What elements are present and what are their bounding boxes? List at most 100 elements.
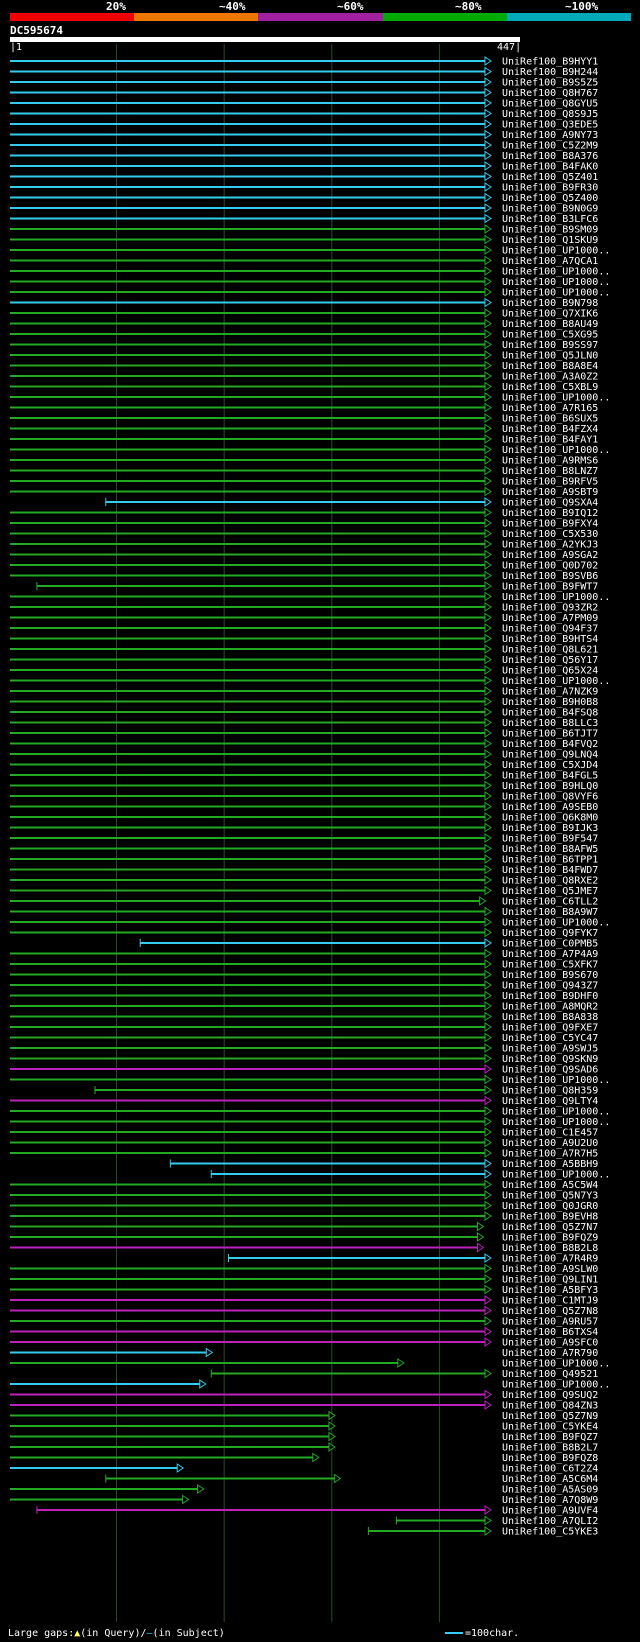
hit-row[interactable]: UniRef100_Q9SUQ2 bbox=[10, 1389, 598, 1401]
hit-label[interactable]: UniRef100_B9IJK3 bbox=[502, 823, 598, 834]
hit-row[interactable]: UniRef100_A5C5W4 bbox=[10, 1179, 598, 1191]
hit-row[interactable]: UniRef100_C5X530 bbox=[10, 528, 598, 540]
hit-row[interactable]: UniRef100_B4FSQ8 bbox=[10, 707, 598, 719]
hit-label[interactable]: UniRef100_Q9SKN9 bbox=[502, 1054, 598, 1065]
hit-row[interactable]: UniRef100_Q0D702 bbox=[10, 560, 598, 572]
hit-row[interactable]: UniRef100_Q9SAD6 bbox=[10, 1064, 598, 1076]
hit-row[interactable]: UniRef100_B4FAK0 bbox=[10, 161, 598, 173]
hit-label[interactable]: UniRef100_A7NZK9 bbox=[502, 687, 598, 698]
hit-row[interactable]: UniRef100_Q9FYK7 bbox=[10, 927, 598, 939]
hit-row[interactable]: UniRef100_A7R4R9 bbox=[227, 1253, 598, 1265]
hit-row[interactable]: UniRef100_B9SM09 bbox=[10, 224, 598, 236]
hit-row[interactable]: UniRef100_B9IQ12 bbox=[10, 507, 598, 519]
hit-label[interactable]: UniRef100_B8A838 bbox=[502, 1012, 598, 1023]
hit-label[interactable]: UniRef100_B9S670 bbox=[502, 970, 598, 981]
hit-label[interactable]: UniRef100_A9SGA2 bbox=[502, 550, 598, 561]
hit-row[interactable]: UniRef100_B9EVH8 bbox=[10, 1211, 598, 1223]
hit-label[interactable]: UniRef100_Q8H767 bbox=[502, 88, 598, 99]
hit-label[interactable]: UniRef100_B4FWD7 bbox=[502, 865, 598, 876]
hit-label[interactable]: UniRef100_Q94F37 bbox=[502, 624, 598, 635]
hit-label[interactable]: UniRef100_A9RMS6 bbox=[502, 456, 598, 467]
hit-label[interactable]: UniRef100_Q5Z400 bbox=[502, 193, 598, 204]
hit-row[interactable]: UniRef100_Q5Z400 bbox=[10, 192, 598, 204]
hit-label[interactable]: UniRef100_UP1000.. bbox=[502, 246, 610, 257]
hit-row[interactable]: UniRef100_B6SUX5 bbox=[10, 413, 598, 425]
hit-row[interactable]: UniRef100_B9FXY4 bbox=[10, 518, 598, 530]
hit-row[interactable]: UniRef100_B9FR30 bbox=[10, 182, 598, 194]
hit-row[interactable]: UniRef100_A8MQR2 bbox=[10, 1001, 598, 1013]
hit-label[interactable]: UniRef100_Q6K8M0 bbox=[502, 813, 598, 824]
hit-row[interactable]: UniRef100_B8B2L8 bbox=[10, 1242, 598, 1254]
hit-label[interactable]: UniRef100_Q9FYK7 bbox=[502, 928, 598, 939]
hit-label[interactable]: UniRef100_Q943Z7 bbox=[502, 981, 598, 992]
hit-label[interactable]: UniRef100_Q5JME7 bbox=[502, 886, 598, 897]
hit-label[interactable]: UniRef100_Q5Z7N7 bbox=[502, 1222, 598, 1233]
hit-row[interactable]: UniRef100_A7R7H5 bbox=[10, 1148, 598, 1160]
hit-label[interactable]: UniRef100_Q5N7Y3 bbox=[502, 1191, 598, 1202]
hit-label[interactable]: UniRef100_Q9FXE7 bbox=[502, 1023, 598, 1034]
hit-row[interactable]: UniRef100_UP1000.. bbox=[10, 276, 610, 288]
hit-label[interactable]: UniRef100_C1E457 bbox=[502, 1128, 598, 1139]
hit-label[interactable]: UniRef100_A7QCA1 bbox=[502, 256, 598, 267]
hit-label[interactable]: UniRef100_Q1SKU9 bbox=[502, 235, 598, 246]
hit-row[interactable]: UniRef100_Q5JME7 bbox=[10, 885, 598, 897]
hit-label[interactable]: UniRef100_A3A0Z2 bbox=[502, 372, 598, 383]
hit-row[interactable]: UniRef100_B9N798 bbox=[10, 297, 598, 309]
hit-row[interactable]: UniRef100_UP1000.. bbox=[210, 1169, 610, 1181]
hit-row[interactable]: UniRef100_UP1000.. bbox=[10, 444, 610, 456]
hit-row[interactable]: UniRef100_C6TLL2 bbox=[10, 896, 598, 908]
hit-row[interactable]: UniRef100_B8B2L7 bbox=[10, 1442, 598, 1454]
hit-label[interactable]: UniRef100_B8AU49 bbox=[502, 319, 598, 330]
hit-row[interactable]: UniRef100_UP1000.. bbox=[10, 1116, 610, 1128]
hit-row[interactable]: UniRef100_Q9FXE7 bbox=[10, 1022, 598, 1034]
hit-label[interactable]: UniRef100_Q9SXA4 bbox=[502, 498, 598, 509]
hit-row[interactable]: UniRef100_UP1000.. bbox=[10, 266, 610, 278]
hit-label[interactable]: UniRef100_Q9LTY4 bbox=[502, 1096, 598, 1107]
hit-label[interactable]: UniRef100_Q5Z401 bbox=[502, 172, 598, 183]
hit-row[interactable]: UniRef100_B9S670 bbox=[10, 969, 598, 981]
hit-row[interactable]: UniRef100_UP1000.. bbox=[10, 1358, 610, 1370]
hit-label[interactable]: UniRef100_B8A9W7 bbox=[502, 907, 598, 918]
hit-row[interactable]: UniRef100_Q65X24 bbox=[10, 665, 598, 677]
hit-row[interactable]: UniRef100_UP1000.. bbox=[10, 392, 610, 404]
hit-row[interactable]: UniRef100_Q8S9J5 bbox=[10, 108, 598, 120]
hit-row[interactable]: UniRef100_Q9LNQ4 bbox=[10, 749, 598, 761]
hit-label[interactable]: UniRef100_Q5JLN0 bbox=[502, 351, 598, 362]
hit-label[interactable]: UniRef100_A7R4R9 bbox=[502, 1254, 598, 1265]
hit-label[interactable]: UniRef100_Q5Z7N9 bbox=[502, 1411, 598, 1422]
hit-label[interactable]: UniRef100_A9SWJ5 bbox=[502, 1044, 598, 1055]
hit-row[interactable]: UniRef100_Q8GYU5 bbox=[10, 98, 598, 110]
hit-row[interactable]: UniRef100_B8AU49 bbox=[10, 318, 598, 330]
hit-label[interactable]: UniRef100_C1MTJ9 bbox=[502, 1296, 598, 1307]
hit-label[interactable]: UniRef100_A9RU57 bbox=[502, 1317, 598, 1328]
hit-row[interactable]: UniRef100_Q943Z7 bbox=[10, 980, 598, 992]
hit-row[interactable]: UniRef100_B9FQZ8 bbox=[10, 1452, 598, 1464]
hit-row[interactable]: UniRef100_A9SFC0 bbox=[10, 1337, 598, 1349]
hit-label[interactable]: UniRef100_Q8L621 bbox=[502, 645, 598, 656]
hit-row[interactable]: UniRef100_UP1000.. bbox=[10, 1106, 610, 1118]
hit-row[interactable]: UniRef100_Q93ZR2 bbox=[10, 602, 598, 614]
hit-row[interactable]: UniRef100_C5XG95 bbox=[10, 329, 598, 341]
hit-label[interactable]: UniRef100_B9FQZ9 bbox=[502, 1233, 598, 1244]
hit-row[interactable]: UniRef100_B4FGL5 bbox=[10, 770, 598, 782]
hit-label[interactable]: UniRef100_UP1000.. bbox=[502, 445, 610, 456]
hit-row[interactable]: UniRef100_Q8RXE2 bbox=[10, 875, 598, 887]
hit-label[interactable]: UniRef100_A2YKJ3 bbox=[502, 540, 598, 551]
hit-label[interactable]: UniRef100_Q56Y17 bbox=[502, 655, 598, 666]
hit-label[interactable]: UniRef100_C0PMB5 bbox=[502, 939, 598, 950]
hit-label[interactable]: UniRef100_B8LNZ7 bbox=[502, 466, 598, 477]
hit-label[interactable]: UniRef100_UP1000.. bbox=[502, 277, 610, 288]
hit-row[interactable]: UniRef100_Q5N7Y3 bbox=[10, 1190, 598, 1202]
hit-label[interactable]: UniRef100_A9SFC0 bbox=[502, 1338, 598, 1349]
hit-label[interactable]: UniRef100_B8B2L7 bbox=[502, 1443, 598, 1454]
hit-row[interactable]: UniRef100_B4FVQ2 bbox=[10, 738, 598, 750]
hit-row[interactable]: UniRef100_UP1000.. bbox=[10, 917, 610, 929]
hit-row[interactable]: UniRef100_UP1000.. bbox=[10, 245, 610, 257]
hit-label[interactable]: UniRef100_A7P4A9 bbox=[502, 949, 598, 960]
hit-label[interactable]: UniRef100_B9DHF0 bbox=[502, 991, 598, 1002]
hit-row[interactable]: UniRef100_Q8L621 bbox=[10, 644, 598, 656]
hit-label[interactable]: UniRef100_C5XJD4 bbox=[502, 760, 598, 771]
hit-label[interactable]: UniRef100_B6SUX5 bbox=[502, 414, 598, 425]
hit-row[interactable]: UniRef100_C5XFK7 bbox=[10, 959, 598, 971]
hit-row[interactable]: UniRef100_B3LFC6 bbox=[10, 213, 598, 225]
